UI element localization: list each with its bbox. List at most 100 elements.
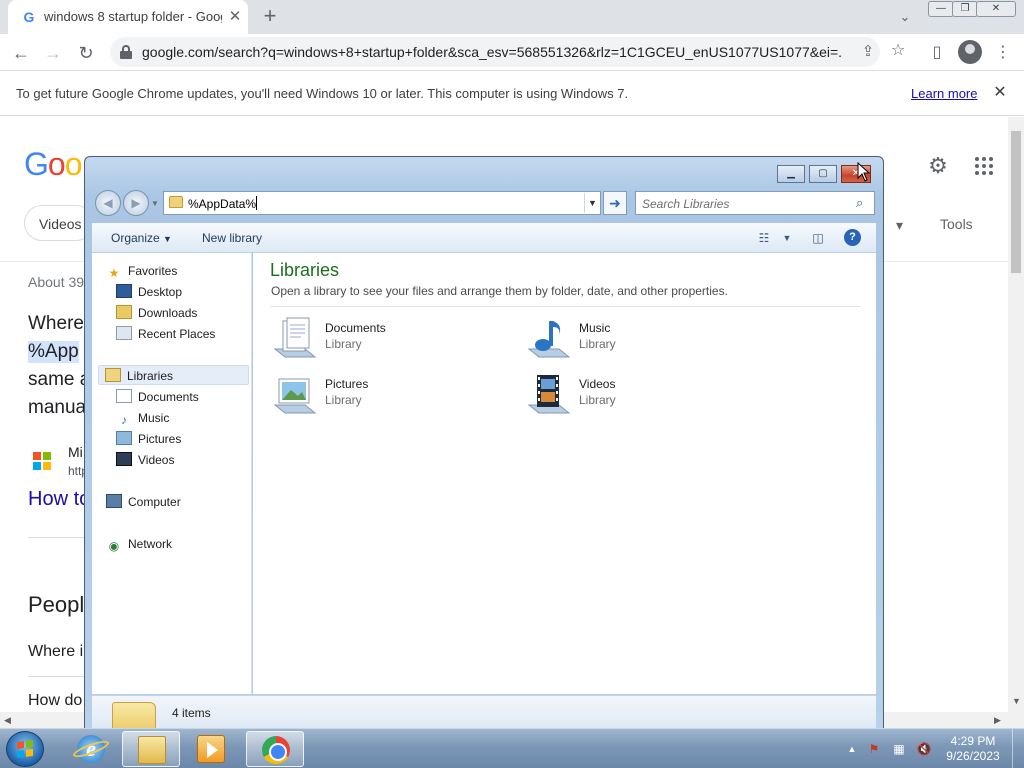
tab-title: windows 8 startup folder - Google Search (44, 9, 222, 24)
chrome-close-button[interactable]: ✕ (976, 1, 1016, 17)
network-icon: ◉ (108, 539, 120, 553)
tab-close-icon[interactable]: ✕ (226, 8, 244, 26)
start-button[interactable] (6, 731, 44, 767)
scroll-down-icon[interactable]: ▼ (1012, 696, 1021, 706)
nav-libraries[interactable]: Libraries (98, 365, 249, 385)
library-name: Music (579, 321, 611, 335)
nav-computer[interactable]: Computer (106, 492, 181, 512)
nav-videos[interactable]: Videos (116, 450, 174, 470)
change-view-icon[interactable]: ☷ (755, 229, 773, 247)
nav-downloads[interactable]: Downloads (116, 303, 197, 323)
scroll-left-icon[interactable]: ◀ (4, 715, 11, 726)
side-panel-icon[interactable]: ▯ (926, 42, 948, 64)
go-arrow-icon[interactable]: ➜ (603, 191, 627, 215)
scroll-right-icon[interactable]: ▶ (994, 715, 1001, 726)
explorer-forward-icon[interactable]: ▶ (123, 190, 149, 216)
explorer-minimize-button[interactable]: ▁ (777, 165, 805, 183)
forward-arrow-icon[interactable]: → (40, 40, 66, 66)
folder-icon (169, 196, 183, 208)
nav-recent-places[interactable]: Recent Places (116, 324, 215, 344)
back-arrow-icon[interactable]: ← (8, 40, 34, 66)
reload-icon[interactable]: ↻ (73, 40, 99, 66)
documents-icon (116, 389, 132, 403)
search-placeholder: Search Libraries (642, 197, 730, 211)
result-link[interactable]: How to (28, 488, 90, 511)
library-name: Pictures (325, 377, 369, 391)
source-name[interactable]: Mi (68, 444, 83, 460)
question-1[interactable]: Where i (28, 643, 83, 661)
answer-line-1: Where (28, 313, 84, 334)
downloads-folder-icon (116, 305, 132, 319)
recent-pages-chevron-icon[interactable]: ▼ (151, 199, 159, 208)
learn-more-link[interactable]: Learn more (911, 86, 977, 101)
nav-desktop[interactable]: Desktop (116, 282, 182, 302)
star-icon: ★ (108, 266, 120, 280)
profile-avatar[interactable] (958, 40, 982, 64)
search-libraries-input[interactable]: Search Libraries ⌕ (635, 191, 875, 215)
nav-network[interactable]: ◉ Network (106, 534, 172, 554)
libraries-description: Open a library to see your files and arr… (271, 284, 728, 298)
bookmark-star-icon[interactable]: ☆ (887, 40, 909, 62)
browser-toolbar: ← → ↻ google.com/search?q=windows+8+star… (0, 34, 1024, 70)
tab-google-search[interactable]: G windows 8 startup folder - Google Sear… (8, 0, 248, 34)
explorer-maximize-button[interactable]: ▢ (809, 165, 837, 183)
library-music[interactable]: Music Library (525, 315, 765, 367)
show-desktop-button[interactable] (1012, 729, 1024, 768)
settings-gear-icon[interactable]: ⚙ (926, 154, 950, 178)
share-icon[interactable]: ⇪ (858, 42, 878, 62)
url-text[interactable]: google.com/search?q=windows+8+startup+fo… (142, 44, 842, 62)
more-filters-chevron-icon[interactable]: ▾ (896, 217, 903, 234)
organize-button[interactable]: Organize ▼ (111, 231, 172, 245)
show-hidden-icons-chevron-icon[interactable]: ▲ (844, 741, 860, 757)
chrome-minimize-button[interactable]: — (928, 1, 954, 17)
nav-documents[interactable]: Documents (116, 387, 199, 407)
scrollbar-thumb[interactable] (1011, 131, 1021, 273)
libraries-folder-icon (112, 702, 156, 730)
help-icon[interactable]: ? (844, 229, 861, 246)
library-documents[interactable]: Documents Library (271, 315, 511, 367)
address-history-chevron-icon[interactable]: ▼ (584, 193, 600, 213)
question-divider (28, 676, 84, 677)
new-library-button[interactable]: New library (202, 231, 262, 245)
explorer-address-bar[interactable]: %AppData% ▼ (163, 191, 601, 215)
tab-search-chevron-icon[interactable]: ⌄ (894, 6, 916, 28)
lock-icon (120, 45, 132, 59)
chrome-restore-button[interactable]: ❐ (952, 1, 978, 17)
command-bar: Organize ▼ New library ☷ ▼ ◫ ? (92, 223, 876, 253)
address-input[interactable]: %AppData% (188, 196, 258, 211)
computer-icon (106, 494, 122, 508)
infobar-close-icon[interactable]: ✕ (990, 83, 1010, 103)
question-2[interactable]: How do (28, 692, 82, 710)
search-icon[interactable]: ⌕ (856, 195, 863, 211)
taskbar-windows-explorer[interactable] (122, 731, 180, 767)
preview-pane-icon[interactable]: ◫ (809, 229, 827, 247)
infobar-message: To get future Google Chrome updates, you… (16, 86, 629, 101)
taskbar-internet-explorer[interactable]: e (62, 731, 120, 767)
library-pictures[interactable]: Pictures Library (271, 371, 511, 423)
library-videos[interactable]: Videos Library (525, 371, 765, 423)
answer-line-2: %App (28, 341, 79, 363)
page-vertical-scrollbar[interactable] (1008, 117, 1024, 728)
address-bar[interactable]: google.com/search?q=windows+8+startup+fo… (110, 37, 880, 67)
system-clock[interactable]: 4:29 PM 9/26/2023 (940, 734, 1006, 764)
nav-pictures[interactable]: Pictures (116, 429, 181, 449)
new-tab-button[interactable]: + (258, 5, 282, 29)
view-options-chevron-icon[interactable]: ▼ (778, 229, 796, 247)
network-tray-icon[interactable]: ▦ (891, 741, 907, 757)
action-center-flag-icon[interactable]: ⚑ (866, 741, 882, 757)
videos-library-icon (527, 375, 571, 414)
library-name: Videos (579, 377, 616, 391)
google-logo[interactable]: Goo (24, 146, 82, 183)
explorer-back-icon[interactable]: ◀ (95, 190, 121, 216)
chrome-menu-icon[interactable]: ⋮ (992, 42, 1014, 64)
clock-date: 9/26/2023 (946, 749, 1000, 763)
volume-muted-icon[interactable]: 🔇 (916, 741, 932, 757)
nav-favorites[interactable]: ★ Favorites (106, 261, 178, 281)
tab-strip: G windows 8 startup folder - Google Sear… (0, 0, 1024, 34)
nav-music[interactable]: ♪ Music (116, 408, 169, 428)
library-type: Library (325, 393, 362, 407)
tools-button[interactable]: Tools (940, 216, 973, 232)
taskbar-windows-media-player[interactable] (182, 731, 240, 767)
taskbar-chrome[interactable] (246, 731, 304, 767)
google-apps-icon[interactable] (975, 157, 993, 175)
